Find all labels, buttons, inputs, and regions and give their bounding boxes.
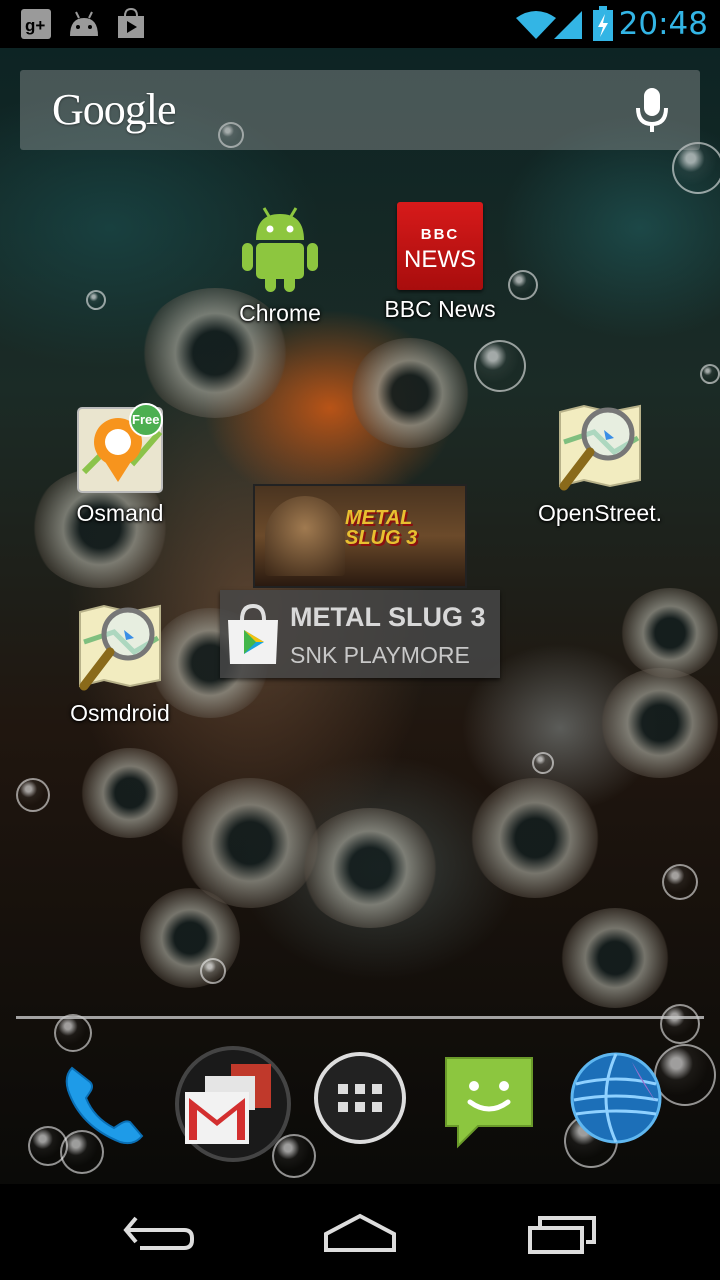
bubble bbox=[662, 864, 698, 900]
play-store-notification-icon bbox=[114, 7, 148, 45]
dock-divider bbox=[16, 1016, 704, 1019]
google-plus-icon: g+ bbox=[20, 8, 52, 45]
signal-icon bbox=[552, 10, 584, 45]
app-osmand[interactable]: Free Osmand bbox=[35, 402, 205, 527]
app-label: Osmdroid bbox=[70, 700, 170, 726]
free-badge: Free bbox=[132, 412, 160, 427]
bubble bbox=[700, 364, 720, 384]
app-chrome[interactable]: Chrome bbox=[195, 202, 365, 327]
svg-text:g+: g+ bbox=[25, 16, 45, 35]
app-drawer-icon[interactable] bbox=[312, 1050, 422, 1160]
recents-icon[interactable] bbox=[500, 1204, 620, 1260]
browser-globe-icon[interactable] bbox=[566, 1050, 676, 1160]
mic-icon[interactable] bbox=[634, 86, 670, 139]
app-label: Chrome bbox=[239, 300, 321, 326]
app-label: OpenStreet. bbox=[537, 500, 663, 526]
osmand-map-icon: Free bbox=[74, 402, 166, 494]
home-icon[interactable] bbox=[300, 1204, 420, 1260]
bubble bbox=[86, 290, 106, 310]
messaging-icon[interactable] bbox=[440, 1050, 550, 1160]
play-app-title: METAL SLUG 3 bbox=[290, 602, 486, 632]
bubble bbox=[660, 1004, 700, 1044]
app-openstreet[interactable]: OpenStreet. bbox=[515, 402, 685, 527]
bbc-news-icon: BBC NEWS bbox=[397, 202, 483, 290]
bubble bbox=[532, 752, 554, 774]
gmail-folder-icon[interactable] bbox=[175, 1046, 291, 1162]
wifi-icon bbox=[516, 10, 556, 45]
play-store-widget[interactable]: METAL SLUG 3 METAL SLUG 3 SNK PLAYMORE bbox=[220, 486, 500, 682]
play-card[interactable]: METAL SLUG 3 SNK PLAYMORE bbox=[220, 590, 500, 678]
phone-icon[interactable] bbox=[50, 1050, 160, 1160]
game-artwork[interactable]: METAL SLUG 3 bbox=[255, 486, 465, 586]
google-logo[interactable]: Google bbox=[52, 84, 177, 135]
bubble bbox=[200, 958, 226, 984]
back-icon[interactable] bbox=[100, 1204, 220, 1260]
play-app-publisher: SNK PLAYMORE bbox=[290, 642, 470, 668]
android-debug-icon bbox=[66, 8, 102, 45]
bubble bbox=[474, 340, 526, 392]
map-magnifier-icon bbox=[74, 602, 166, 694]
app-label: BBC News bbox=[384, 296, 496, 322]
google-search-bar[interactable]: Google bbox=[20, 70, 700, 150]
bubble bbox=[16, 778, 50, 812]
bbc-text: BBC bbox=[420, 226, 460, 243]
navigation-bar bbox=[0, 1184, 720, 1280]
android-robot-icon bbox=[234, 202, 326, 294]
bubble bbox=[54, 1014, 92, 1052]
artwork-decoration bbox=[265, 496, 345, 576]
app-label: Osmand bbox=[76, 500, 164, 526]
app-osmdroid[interactable]: Osmdroid bbox=[35, 602, 205, 727]
status-bar: g+ 20:48 bbox=[0, 0, 720, 48]
play-store-bag-icon bbox=[224, 603, 282, 671]
artwork-title: METAL SLUG 3 bbox=[345, 507, 418, 549]
battery-charging-icon bbox=[592, 6, 614, 47]
map-magnifier-icon bbox=[554, 402, 646, 494]
clock: 20:48 bbox=[618, 6, 708, 42]
app-bbc-news[interactable]: BBC NEWS BBC News bbox=[355, 202, 525, 323]
news-text: NEWS bbox=[404, 246, 476, 273]
